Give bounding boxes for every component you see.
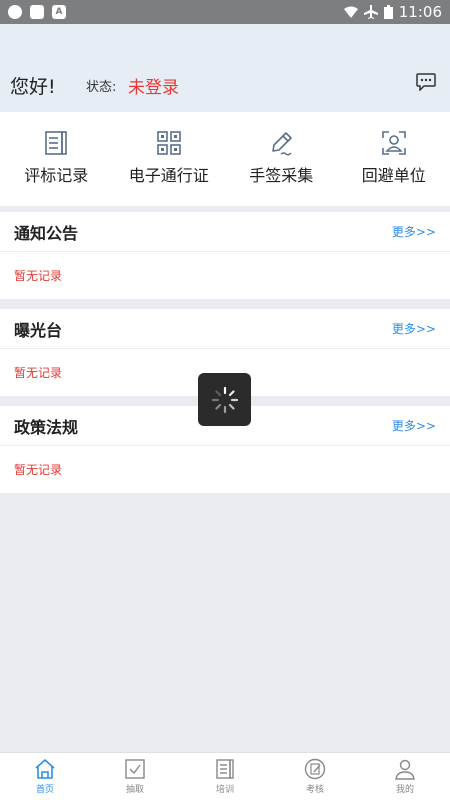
tab-training[interactable]: 培训 xyxy=(180,753,270,800)
checkbox-icon xyxy=(125,759,145,779)
notification-app-icon xyxy=(8,5,22,19)
section-empty-text: 暂无记录 xyxy=(14,269,63,283)
quick-action-label: 评标记录 xyxy=(24,166,89,185)
tab-label: 我的 xyxy=(395,785,414,795)
tab-mine[interactable]: 我的 xyxy=(360,753,450,800)
section-empty-text: 暂无记录 xyxy=(14,366,63,380)
exam-icon xyxy=(304,758,326,780)
header: 您好! 状态: 未登录 xyxy=(0,24,450,112)
section-more-link[interactable]: 更多>> xyxy=(392,320,436,337)
bottom-tab-bar: 首页 抽取 培训 考核 我的 xyxy=(0,752,450,800)
notification-a-icon: A xyxy=(52,5,66,19)
quick-action-e-pass[interactable]: 电子通行证 xyxy=(113,112,226,206)
section-empty-text: 暂无记录 xyxy=(14,463,63,477)
pen-signature-icon xyxy=(272,132,293,156)
quick-action-label: 电子通行证 xyxy=(128,166,209,185)
login-state-label: 状态: xyxy=(86,80,117,95)
tab-label: 首页 xyxy=(35,785,54,795)
loading-spinner xyxy=(198,373,251,426)
home-icon xyxy=(35,759,55,779)
book-icon xyxy=(216,759,234,779)
section-title: 通知公告 xyxy=(14,223,79,243)
record-list-icon xyxy=(45,131,68,155)
airplane-icon xyxy=(363,5,378,19)
user-icon xyxy=(395,759,415,780)
section-title: 曝光台 xyxy=(14,320,63,340)
battery-icon xyxy=(383,5,393,19)
status-bar: A 11:06 xyxy=(0,0,450,24)
status-time: 11:06 xyxy=(398,3,442,21)
tab-label: 考核 xyxy=(305,785,324,795)
wifi-icon xyxy=(343,6,358,18)
section-notices: 通知公告 更多>> 暂无记录 xyxy=(0,212,450,299)
quick-action-avoid-units[interactable]: 回避单位 xyxy=(338,112,450,206)
section-more-link[interactable]: 更多>> xyxy=(392,417,436,434)
notification-square-icon xyxy=(30,5,44,19)
tab-home[interactable]: 首页 xyxy=(0,753,90,800)
tab-label: 抽取 xyxy=(125,785,144,795)
tab-label: 培训 xyxy=(215,785,234,795)
quick-action-label: 手签采集 xyxy=(249,166,314,185)
greeting-text: 您好! xyxy=(10,76,56,98)
message-icon[interactable] xyxy=(416,73,436,91)
spinner-icon xyxy=(211,386,238,413)
person-frame-icon xyxy=(381,131,406,155)
quick-actions: 评标记录 电子通行证 手签采集 回避单位 xyxy=(0,112,450,206)
quick-action-bid-records[interactable]: 评标记录 xyxy=(0,112,113,206)
login-state-value[interactable]: 未登录 xyxy=(128,73,179,98)
quick-action-label: 回避单位 xyxy=(361,166,426,185)
section-more-link[interactable]: 更多>> xyxy=(392,223,436,240)
tab-exam[interactable]: 考核 xyxy=(270,753,360,800)
section-title: 政策法规 xyxy=(14,417,79,437)
quick-action-signature[interactable]: 手签采集 xyxy=(225,112,338,206)
qr-code-icon xyxy=(156,131,181,155)
tab-extract[interactable]: 抽取 xyxy=(90,753,180,800)
